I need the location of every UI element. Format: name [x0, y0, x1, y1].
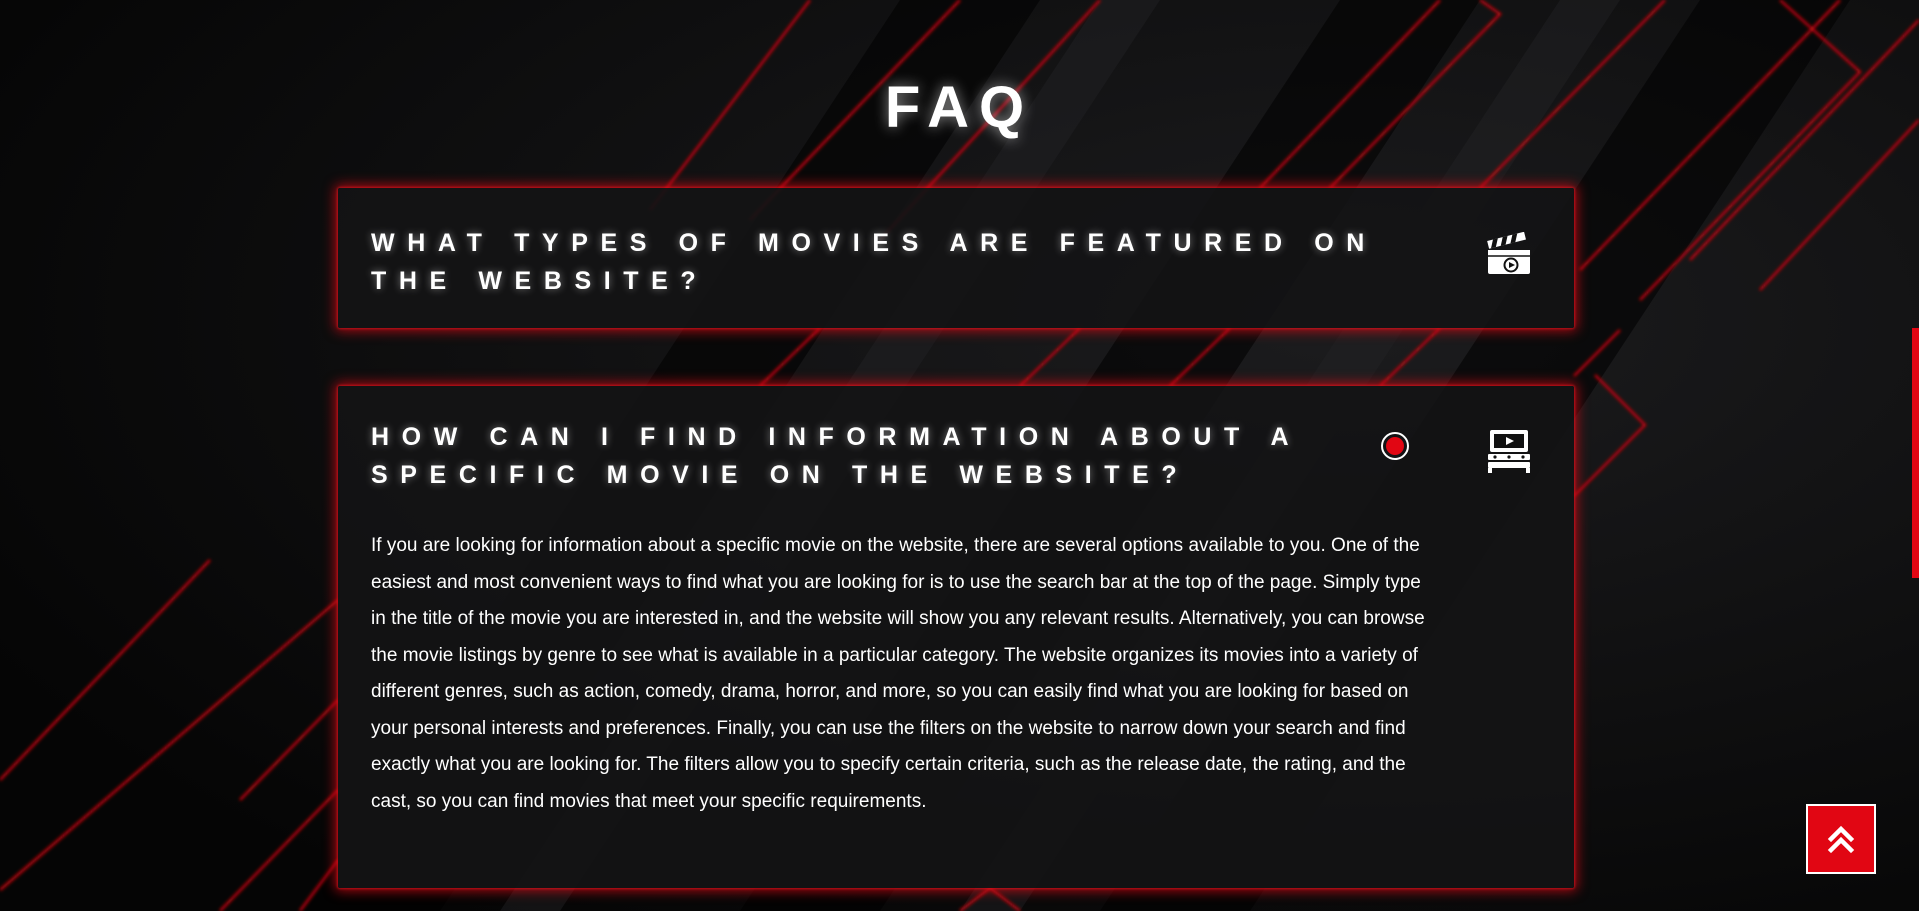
- scrollbar-thumb[interactable]: [1912, 328, 1919, 578]
- faq-answer: If you are looking for information about…: [371, 535, 1425, 812]
- page-title: FAQ: [884, 75, 1035, 140]
- faq-item[interactable]: WHAT TYPES OF MOVIES ARE FEATURED ON THE…: [338, 188, 1574, 328]
- double-chevron-up-icon: [1827, 825, 1855, 854]
- scroll-to-top-button[interactable]: [1806, 804, 1876, 874]
- faq-question[interactable]: WHAT TYPES OF MOVIES ARE FEATURED ON THE…: [371, 224, 1471, 300]
- clapperboard-icon: [1487, 232, 1530, 274]
- faq-item[interactable]: HOW CAN I FIND INFORMATION ABOUT A SPECI…: [338, 386, 1574, 888]
- faq-question[interactable]: HOW CAN I FIND INFORMATION ABOUT A SPECI…: [371, 418, 1371, 494]
- expanded-indicator-radio[interactable]: [1381, 432, 1409, 460]
- faq-page: FAQ WHAT TYPES OF MOVIES ARE FEATURED ON…: [0, 0, 1919, 911]
- movie-theater-icon: [1488, 430, 1530, 473]
